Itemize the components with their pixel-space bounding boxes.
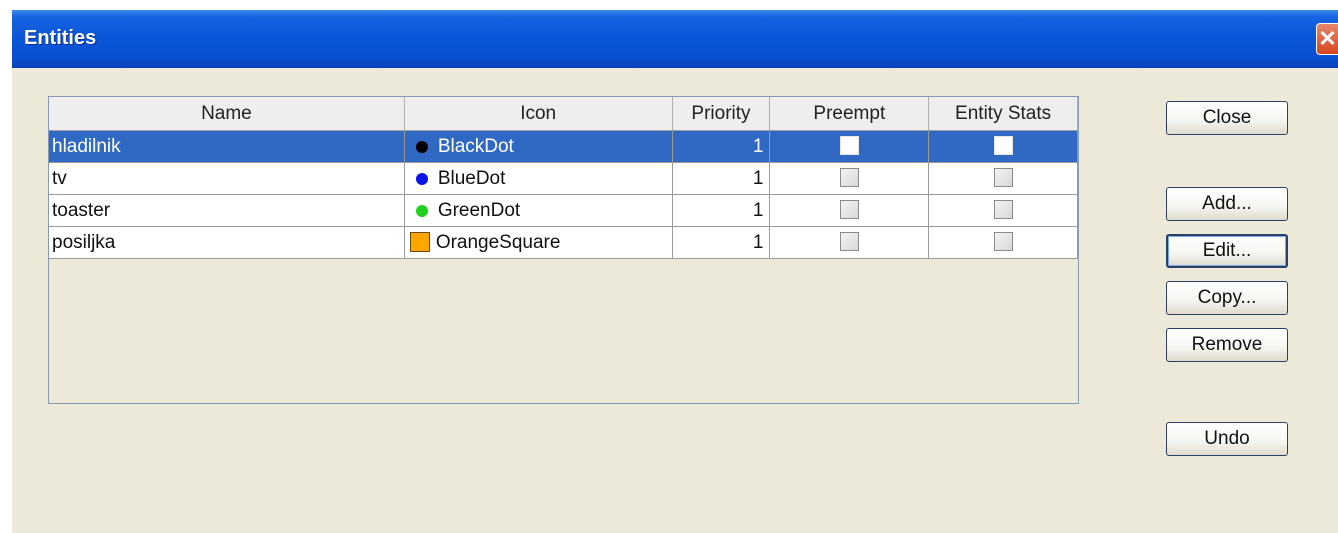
column-header-preempt[interactable]: Preempt — [769, 97, 930, 131]
entity-stats-checkbox[interactable] — [993, 167, 1013, 187]
icon-label: BlackDot — [437, 135, 514, 157]
preempt-cell — [769, 194, 930, 227]
entity-icon-cell[interactable]: OrangeSquare — [404, 226, 673, 259]
copy-button[interactable]: Copy... — [1166, 281, 1288, 315]
edit-button[interactable]: Edit... — [1166, 234, 1288, 268]
entity-stats-cell — [928, 130, 1078, 163]
icon-label: GreenDot — [437, 199, 521, 221]
preempt-cell — [769, 130, 930, 163]
table-row[interactable]: toaster GreenDot 1 — [49, 194, 1078, 227]
entity-stats-checkbox[interactable] — [993, 135, 1013, 155]
entity-stats-checkbox[interactable] — [993, 199, 1013, 219]
entity-icon-cell[interactable]: BlackDot — [404, 130, 673, 163]
preempt-checkbox[interactable] — [839, 199, 859, 219]
black-dot-icon — [415, 140, 428, 153]
priority-cell[interactable]: 1 — [672, 226, 771, 259]
column-header-name[interactable]: Name — [49, 97, 405, 131]
entity-icon-cell[interactable]: BlueDot — [404, 162, 673, 195]
entities-dialog: Entities ✕ Name Icon Priority Preempt En… — [12, 10, 1338, 533]
preempt-checkbox[interactable] — [839, 135, 859, 155]
icon-label: BlueDot — [437, 167, 506, 189]
title-bar[interactable]: Entities ✕ — [12, 10, 1338, 68]
preempt-checkbox[interactable] — [839, 167, 859, 187]
preempt-cell — [769, 226, 930, 259]
window-title: Entities — [24, 27, 97, 49]
priority-cell[interactable]: 1 — [672, 162, 771, 195]
entities-table: Name Icon Priority Preempt Entity Stats … — [48, 96, 1079, 404]
column-header-priority[interactable]: Priority — [672, 97, 771, 131]
icon-label: OrangeSquare — [435, 231, 561, 253]
table-row[interactable]: posiljka OrangeSquare 1 — [49, 226, 1078, 259]
remove-button[interactable]: Remove — [1166, 328, 1288, 362]
entity-name-cell[interactable]: tv — [49, 162, 405, 195]
preempt-checkbox[interactable] — [839, 231, 859, 251]
entity-icon-cell[interactable]: GreenDot — [404, 194, 673, 227]
entity-name-cell[interactable]: posiljka — [49, 226, 405, 259]
preempt-cell — [769, 162, 930, 195]
column-header-icon[interactable]: Icon — [404, 97, 673, 131]
blue-dot-icon — [415, 172, 428, 185]
entity-name-cell[interactable]: hladilnik — [49, 130, 405, 163]
priority-cell[interactable]: 1 — [672, 194, 771, 227]
table-row[interactable]: hladilnik BlackDot 1 — [49, 130, 1078, 163]
close-button[interactable]: Close — [1166, 101, 1288, 135]
entity-stats-cell — [928, 226, 1078, 259]
close-icon[interactable]: ✕ — [1316, 23, 1338, 55]
column-header-entity-stats[interactable]: Entity Stats — [928, 97, 1078, 131]
priority-cell[interactable]: 1 — [672, 130, 771, 163]
entity-stats-checkbox[interactable] — [993, 231, 1013, 251]
orange-square-icon — [409, 231, 430, 252]
table-header: Name Icon Priority Preempt Entity Stats — [49, 97, 1078, 131]
green-dot-icon — [415, 204, 428, 217]
undo-button[interactable]: Undo — [1166, 422, 1288, 456]
entity-stats-cell — [928, 162, 1078, 195]
entity-stats-cell — [928, 194, 1078, 227]
add-button[interactable]: Add... — [1166, 187, 1288, 221]
table-row[interactable]: tv BlueDot 1 — [49, 162, 1078, 195]
entity-name-cell[interactable]: toaster — [49, 194, 405, 227]
